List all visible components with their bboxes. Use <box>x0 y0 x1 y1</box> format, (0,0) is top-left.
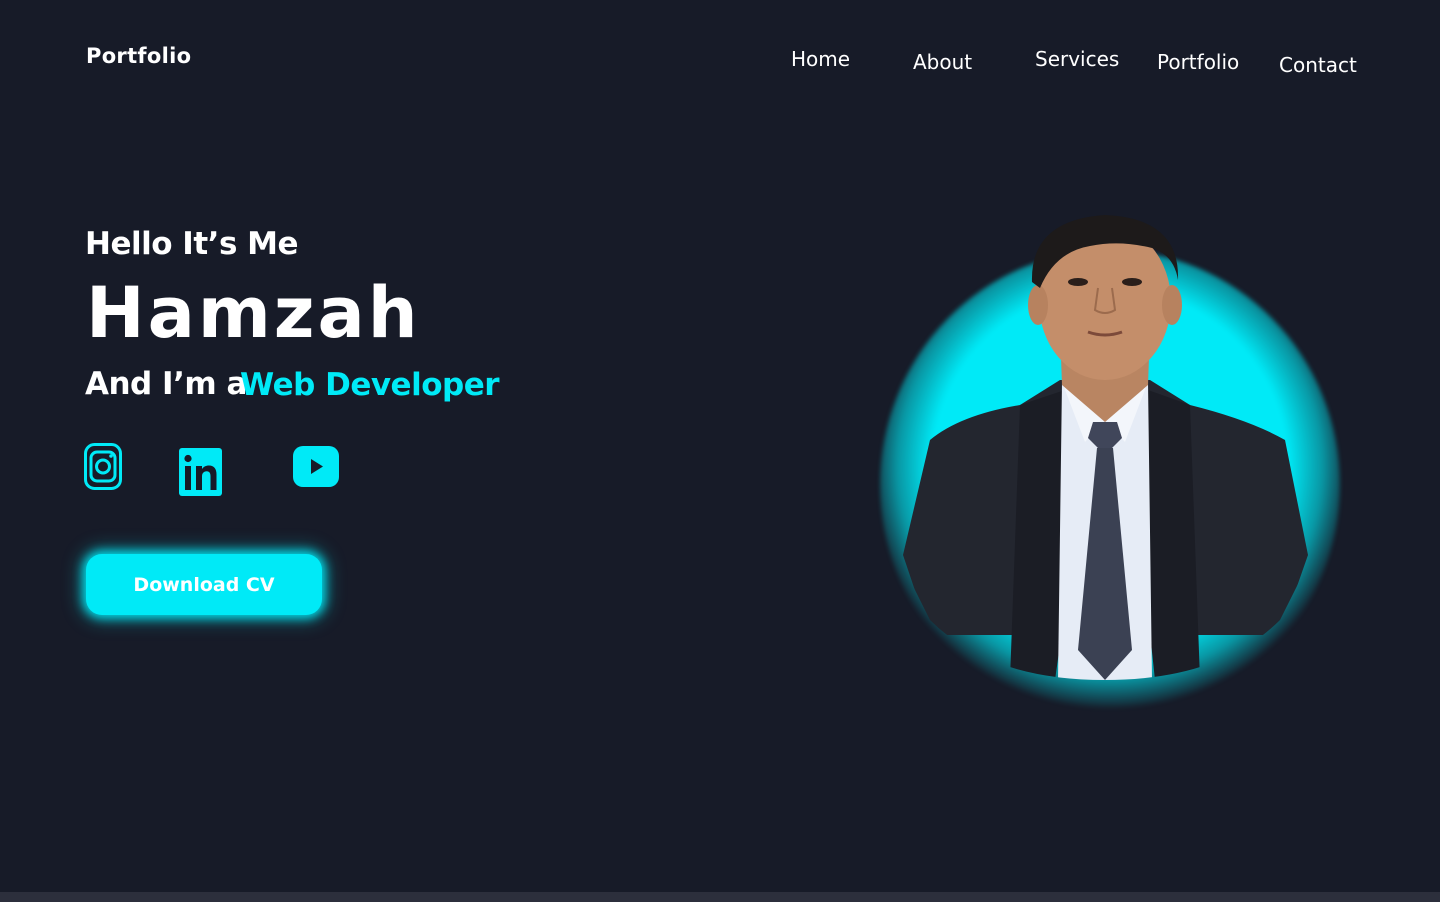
logo[interactable]: Portfolio <box>86 44 191 68</box>
nav-services[interactable]: Services <box>1035 47 1119 71</box>
nav-contact[interactable]: Contact <box>1279 53 1357 77</box>
linkedin-icon[interactable] <box>179 448 222 496</box>
nav-about[interactable]: About <box>913 50 972 74</box>
download-cv-button[interactable]: Download CV <box>86 554 322 615</box>
hero-role: Web Developer <box>240 367 500 403</box>
hero-name: Hamzah <box>86 272 421 354</box>
profile-photo <box>903 215 1308 680</box>
bottom-bar <box>0 892 1440 902</box>
instagram-icon[interactable] <box>84 443 122 490</box>
nav-home[interactable]: Home <box>791 47 850 71</box>
nav-portfolio[interactable]: Portfolio <box>1157 50 1239 74</box>
hero-role-prefix: And I’m a <box>85 366 247 402</box>
youtube-icon[interactable] <box>293 446 339 487</box>
hero-greeting: Hello It’s Me <box>85 226 299 262</box>
